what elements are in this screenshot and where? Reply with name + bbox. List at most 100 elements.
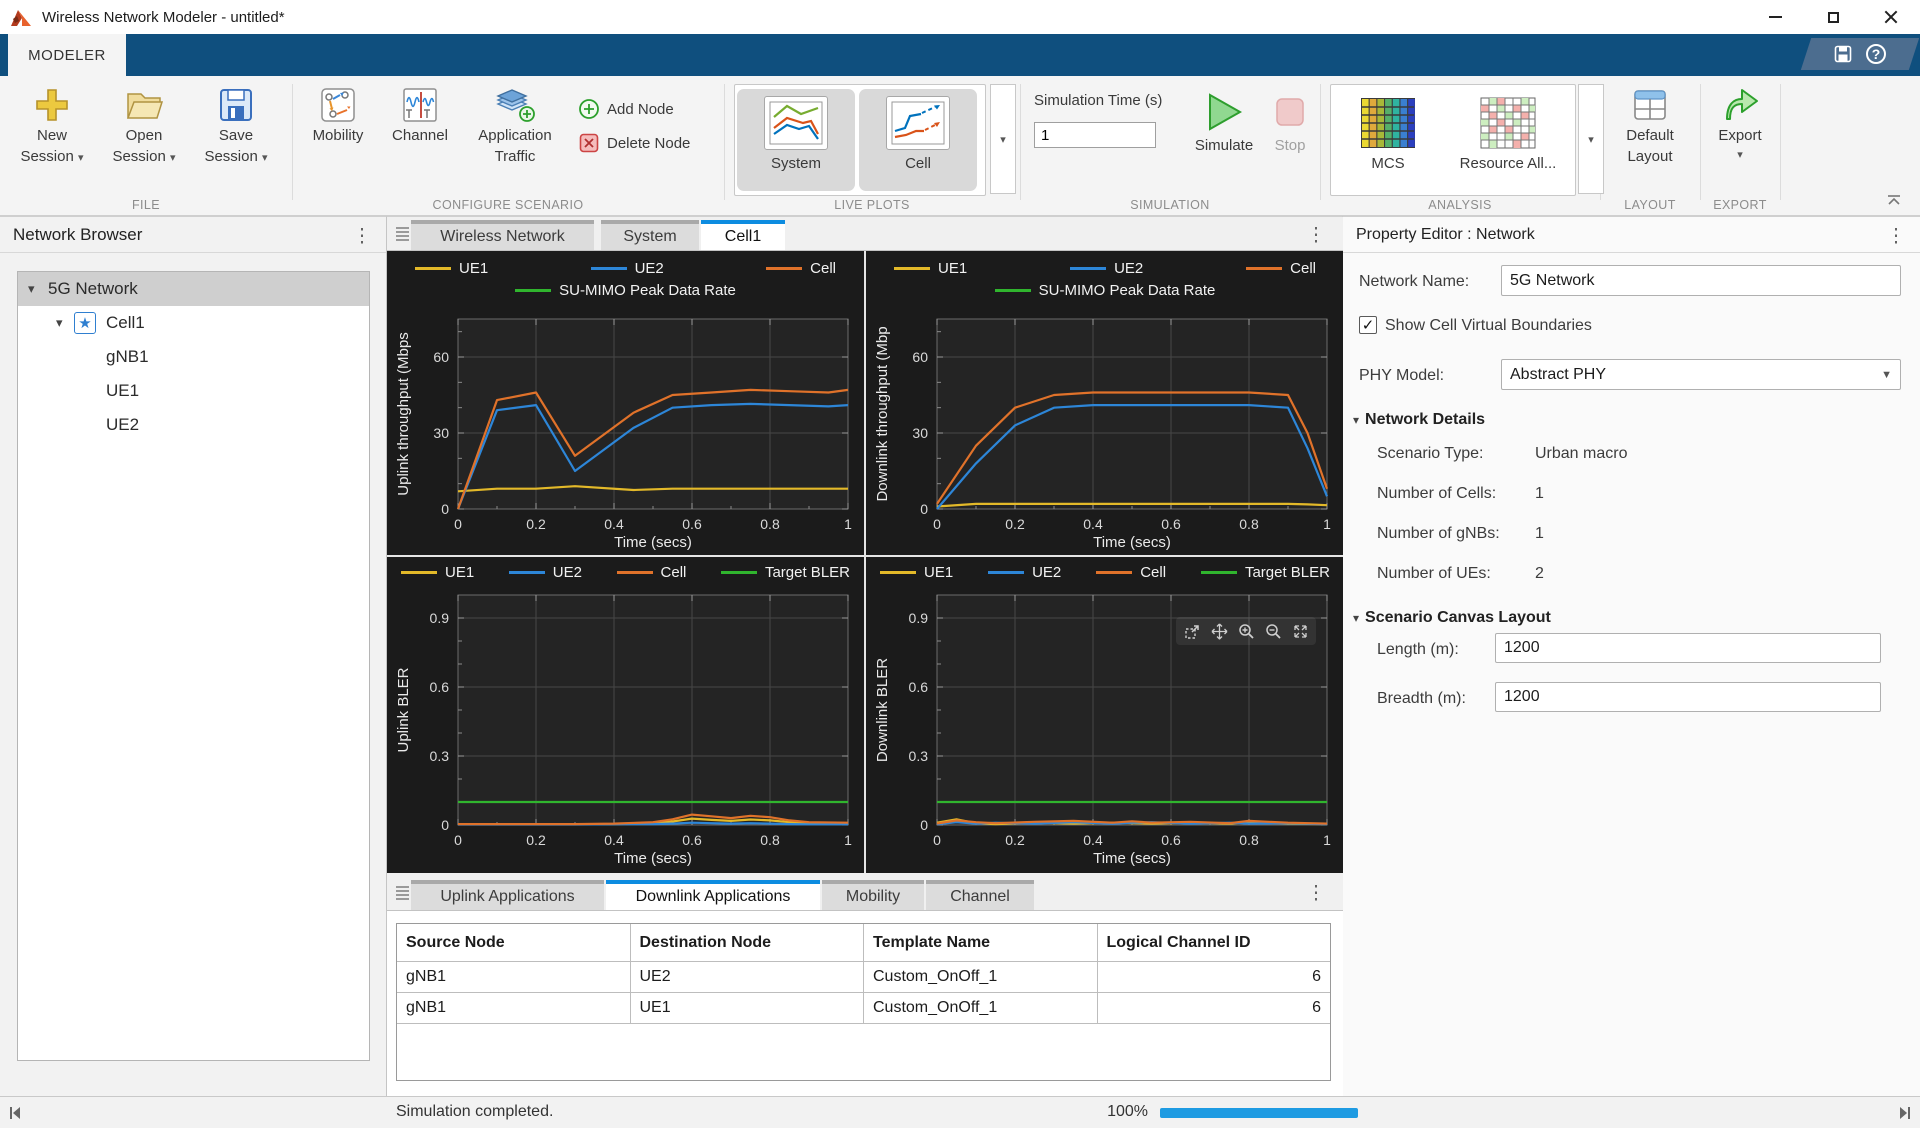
default-layout-icon (1631, 86, 1669, 124)
channel-button[interactable]: Channel (382, 86, 458, 145)
minimize-button[interactable] (1746, 0, 1804, 34)
plot-panel-menu-icon[interactable]: ⋮ (1306, 224, 1326, 247)
tab-mobility[interactable]: Mobility (822, 880, 924, 910)
svg-text:0: 0 (920, 817, 928, 833)
export-button[interactable]: Export ▾ (1702, 86, 1778, 161)
channel-icon (401, 86, 439, 124)
system-plot-toggle[interactable]: System (737, 89, 855, 191)
svg-text:0.8: 0.8 (1239, 516, 1259, 532)
quick-save-icon[interactable] (1834, 45, 1852, 63)
legend-line-swatch (509, 571, 545, 574)
tree-caret-icon[interactable]: ▾ (56, 315, 63, 331)
length-label: Length (m): (1377, 641, 1459, 659)
tab-system[interactable]: System (601, 220, 699, 250)
legend-line-swatch (894, 267, 930, 270)
application-traffic-button[interactable]: Application Traffic (462, 86, 568, 166)
live-plots-dropdown[interactable]: ▾ (990, 84, 1016, 194)
collapse-left-panel-icon[interactable] (8, 1105, 24, 1121)
downlink-throughput-quadrant: UE1UE2CellSU-MIMO Peak Data Rate 00.20.4… (866, 251, 1344, 555)
save-session-button[interactable]: Save Session ▾ (192, 86, 280, 167)
network-details-section[interactable]: ▾ Network Details (1353, 411, 1485, 429)
stop-button[interactable]: Stop (1264, 90, 1316, 155)
legend-line-swatch (988, 571, 1024, 574)
new-session-button[interactable]: New Session ▾ (8, 86, 96, 167)
legend-line-swatch (1096, 571, 1132, 574)
caret-down-icon: ▾ (1588, 133, 1594, 146)
close-button[interactable] (1862, 0, 1920, 34)
zoom-in-icon[interactable] (1235, 620, 1257, 642)
tree-item-gnb1[interactable]: gNB1 (18, 340, 369, 374)
tab-wireless-network[interactable]: Wireless Network (411, 220, 594, 250)
collapse-right-panel-icon[interactable] (1896, 1105, 1912, 1121)
simulate-icon (1202, 90, 1246, 134)
column-header: Template Name (864, 924, 1098, 961)
tree-item-ue1[interactable]: UE1 (18, 374, 369, 408)
simulate-button[interactable]: Simulate (1186, 90, 1262, 155)
caret-down-icon: ▾ (1737, 148, 1743, 161)
tree-item-ue2[interactable]: UE2 (18, 408, 369, 442)
svg-text:Time (secs): Time (secs) (614, 850, 692, 867)
add-node-icon (578, 98, 600, 120)
table-row[interactable]: gNB1 UE1 Custom_OnOff_1 6 (397, 993, 1330, 1024)
table-row[interactable]: gNB1 UE2 Custom_OnOff_1 6 (397, 962, 1330, 993)
scenario-type-value: Urban macro (1535, 445, 1627, 463)
pan-icon[interactable] (1208, 620, 1230, 642)
analysis-dropdown[interactable]: ▾ (1578, 84, 1604, 194)
drag-handle-icon[interactable] (396, 227, 409, 241)
simulation-time-input[interactable] (1034, 122, 1156, 148)
network-name-input[interactable] (1501, 265, 1901, 296)
tree-caret-icon[interactable]: ▾ (28, 281, 35, 297)
svg-text:0: 0 (933, 832, 941, 848)
phy-model-label: PHY Model: (1359, 367, 1444, 385)
svg-text:Uplink throughput (Mbps: Uplink throughput (Mbps (395, 332, 412, 495)
network-browser-menu-icon[interactable]: ⋮ (352, 225, 372, 248)
phy-model-dropdown[interactable]: Abstract PHY ▼ (1501, 359, 1901, 390)
drag-handle-icon[interactable] (396, 886, 409, 900)
legend-line-swatch (415, 267, 451, 270)
tab-modeler[interactable]: MODELER (8, 34, 126, 76)
export-icon (1720, 86, 1760, 124)
legend-item: UE1 (415, 260, 488, 277)
zoom-out-icon[interactable] (1262, 620, 1284, 642)
tab-channel[interactable]: Channel (926, 880, 1034, 910)
group-label-live-plots: LIVE PLOTS (724, 198, 1020, 212)
group-label-simulation: SIMULATION (1020, 198, 1320, 212)
delete-node-button[interactable]: Delete Node (578, 132, 690, 154)
length-input[interactable] (1495, 633, 1881, 663)
cell-plot-toggle[interactable]: Cell (859, 89, 977, 191)
number-of-gnbs-value: 1 (1535, 525, 1544, 543)
breadth-label: Breadth (m): (1377, 690, 1466, 708)
quick-access-toolbar: ? (1801, 38, 1919, 70)
tree-item-cell1[interactable]: ▾ ★ Cell1 (18, 306, 369, 340)
applications-panel-menu-icon[interactable]: ⋮ (1306, 882, 1326, 905)
add-node-button[interactable]: Add Node (578, 98, 674, 120)
svg-text:0.2: 0.2 (1005, 832, 1025, 848)
collapse-ribbon-icon[interactable] (1886, 194, 1902, 206)
tab-uplink-applications[interactable]: Uplink Applications (411, 880, 604, 910)
number-of-cells-value: 1 (1535, 485, 1544, 503)
resource-allocation-button[interactable]: Resource All... (1446, 89, 1570, 191)
svg-text:Time (secs): Time (secs) (614, 534, 692, 551)
legend-item: Target BLER (1201, 564, 1330, 581)
mcs-button[interactable]: MCS (1332, 89, 1444, 191)
show-boundaries-checkbox[interactable]: ✓ (1359, 316, 1377, 334)
svg-text:1: 1 (1323, 516, 1331, 532)
svg-text:0.9: 0.9 (909, 610, 929, 626)
tree-item-5g-network[interactable]: ▾ 5G Network (18, 272, 369, 306)
uplink-throughput-quadrant: UE1UE2CellSU-MIMO Peak Data Rate 00.20.4… (387, 251, 864, 555)
restore-view-icon[interactable] (1289, 620, 1311, 642)
default-layout-button[interactable]: Default Layout (1606, 86, 1694, 166)
mobility-button[interactable]: Mobility (300, 86, 376, 145)
canvas-layout-section[interactable]: ▾ Scenario Canvas Layout (1353, 609, 1551, 627)
column-header: Logical Channel ID (1098, 924, 1331, 961)
maximize-button[interactable] (1804, 0, 1862, 34)
breadth-input[interactable] (1495, 682, 1881, 712)
open-session-button[interactable]: Open Session ▾ (100, 86, 188, 167)
property-editor-menu-icon[interactable]: ⋮ (1886, 225, 1906, 248)
tab-downlink-applications[interactable]: Downlink Applications (606, 880, 820, 910)
export-plot-icon[interactable] (1181, 620, 1203, 642)
help-icon[interactable]: ? (1866, 44, 1886, 64)
tab-cell1[interactable]: Cell1 (701, 220, 785, 250)
section-caret-icon: ▾ (1353, 611, 1359, 625)
legend-line-swatch (401, 571, 437, 574)
